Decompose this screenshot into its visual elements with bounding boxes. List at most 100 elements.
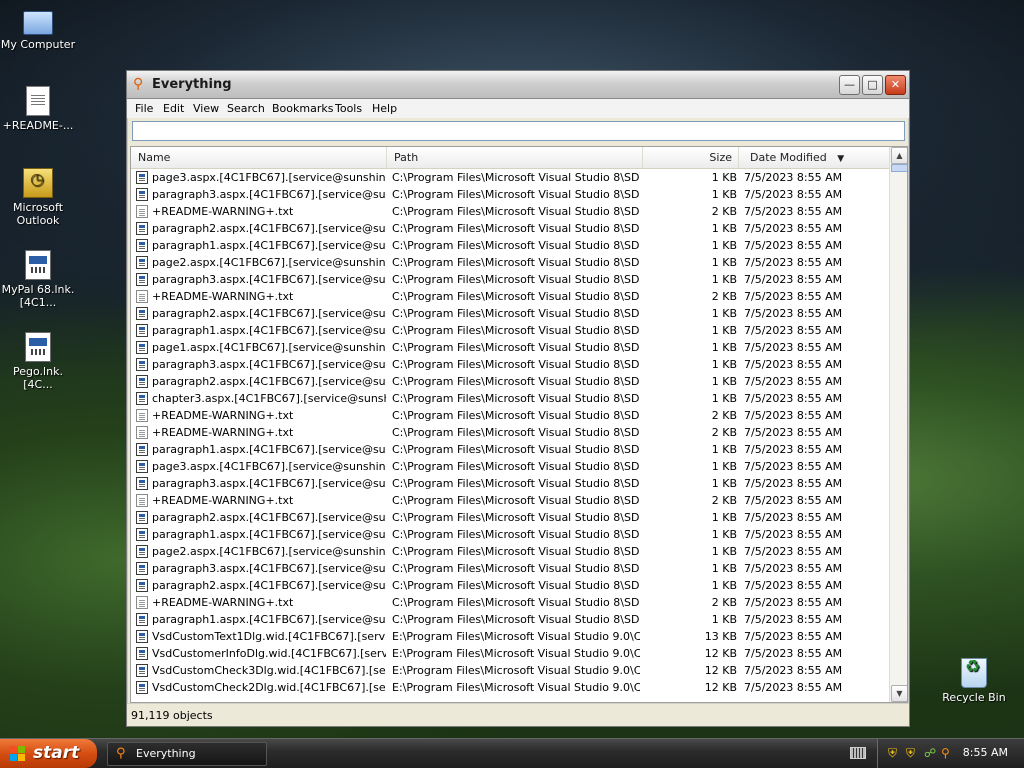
menu-search[interactable]: Search (227, 102, 265, 115)
table-row[interactable]: paragraph2.aspx.[4C1FBC67].[service@suns… (131, 509, 889, 526)
magnifier-icon: ⚲ (116, 746, 126, 761)
network-icon[interactable]: ☍ (924, 746, 936, 760)
desktop-icon-label: Pego.lnk.[4C... (13, 365, 63, 391)
table-row[interactable]: paragraph2.aspx.[4C1FBC67].[service@suns… (131, 305, 889, 322)
cell-size: 1 KB (711, 341, 737, 354)
table-row[interactable]: page1.aspx.[4C1FBC67].[service@sunshineg… (131, 339, 889, 356)
start-button[interactable]: start (0, 739, 97, 768)
cell-date-modified: 7/5/2023 8:55 AM (744, 494, 843, 507)
table-row[interactable]: +README-WARNING+.txt C:\Program Files\Mic… (131, 203, 889, 220)
desktop-icon-label: MyPal 68.lnk.[4C1... (1, 283, 75, 309)
keyboard-icon[interactable] (850, 747, 866, 759)
table-row[interactable]: paragraph1.aspx.[4C1FBC67].[service@suns… (131, 322, 889, 339)
desktop-icon-readme[interactable]: +README-... (0, 86, 76, 132)
table-row[interactable]: paragraph2.aspx.[4C1FBC67].[service@suns… (131, 220, 889, 237)
cell-size: 1 KB (711, 171, 737, 184)
menu-file[interactable]: File (135, 102, 153, 115)
minimize-button[interactable]: — (839, 75, 860, 95)
desktop-icon-pego[interactable]: Pego.lnk.[4C... (0, 332, 76, 391)
cell-size: 1 KB (711, 256, 737, 269)
table-row[interactable]: VsdCustomCheck3Dlg.wid.[4C1FBC67].[servi… (131, 662, 889, 679)
menu-help[interactable]: Help (372, 102, 397, 115)
taskbar: start ⚲ Everything ⛨ ⛨ ☍ ⚲ 8:55 AM (0, 738, 1024, 768)
table-row[interactable]: paragraph1.aspx.[4C1FBC67].[service@suns… (131, 611, 889, 628)
cell-path: C:\Program Files\Microsoft Visual Studio… (392, 528, 640, 541)
cell-path: C:\Program Files\Microsoft Visual Studio… (392, 426, 640, 439)
cell-path: C:\Program Files\Microsoft Visual Studio… (392, 205, 640, 218)
table-row[interactable]: chapter3.aspx.[4C1FBC67].[service@sunshi… (131, 390, 889, 407)
table-row[interactable]: page2.aspx.[4C1FBC67].[service@sunshineg… (131, 543, 889, 560)
cell-name: +README-WARNING+.txt (152, 494, 294, 507)
table-row[interactable]: paragraph1.aspx.[4C1FBC67].[service@suns… (131, 237, 889, 254)
table-row[interactable]: +README-WARNING+.txt C:\Program Files\Mic… (131, 407, 889, 424)
close-button[interactable]: ✕ (885, 75, 906, 95)
cell-name: paragraph2.aspx.[4C1FBC67].[service@suns… (152, 307, 386, 320)
cell-date-modified: 7/5/2023 8:55 AM (744, 171, 843, 184)
title-bar[interactable]: ⚲ Everything — □ ✕ (127, 71, 909, 99)
table-row[interactable]: paragraph2.aspx.[4C1FBC67].[service@suns… (131, 577, 889, 594)
text-file-icon (136, 596, 148, 609)
recycle-bin-icon (961, 658, 987, 688)
search-box (132, 121, 905, 141)
table-row[interactable]: paragraph1.aspx.[4C1FBC67].[service@suns… (131, 526, 889, 543)
cell-path: C:\Program Files\Microsoft Visual Studio… (392, 562, 640, 575)
search-input[interactable] (133, 122, 904, 140)
file-icon (136, 256, 148, 269)
cell-size: 1 KB (711, 562, 737, 575)
cell-path: C:\Program Files\Microsoft Visual Studio… (392, 596, 640, 609)
cell-date-modified: 7/5/2023 8:55 AM (744, 341, 843, 354)
table-row[interactable]: VsdCustomerInfoDlg.wid.[4C1FBC67].[servi… (131, 645, 889, 662)
scroll-down-button[interactable]: ▼ (891, 685, 907, 702)
table-row[interactable]: paragraph1.aspx.[4C1FBC67].[service@suns… (131, 441, 889, 458)
column-header-name[interactable]: Name (131, 147, 387, 168)
desktop-icon-mypal[interactable]: MyPal 68.lnk.[4C1... (0, 250, 76, 309)
table-row[interactable]: page3.aspx.[4C1FBC67].[service@sunshineg… (131, 169, 889, 186)
magnifier-icon: ⚲ (133, 76, 144, 92)
table-row[interactable]: paragraph3.aspx.[4C1FBC67].[service@suns… (131, 186, 889, 203)
cell-name: paragraph2.aspx.[4C1FBC67].[service@suns… (152, 375, 386, 388)
scroll-thumb[interactable] (891, 164, 907, 172)
table-row[interactable]: paragraph3.aspx.[4C1FBC67].[service@suns… (131, 356, 889, 373)
table-row[interactable]: paragraph3.aspx.[4C1FBC67].[service@suns… (131, 560, 889, 577)
table-row[interactable]: +README-WARNING+.txt C:\Program Files\Mic… (131, 594, 889, 611)
table-row[interactable]: paragraph2.aspx.[4C1FBC67].[service@suns… (131, 373, 889, 390)
file-icon (136, 647, 148, 660)
cell-size: 1 KB (711, 477, 737, 490)
cell-date-modified: 7/5/2023 8:55 AM (744, 392, 843, 405)
table-row[interactable]: paragraph3.aspx.[4C1FBC67].[service@suns… (131, 475, 889, 492)
maximize-button[interactable]: □ (862, 75, 883, 95)
menu-edit[interactable]: Edit (163, 102, 184, 115)
desktop-icon-label: Recycle Bin (942, 691, 1006, 704)
table-row[interactable]: VsdCustomCheck2Dlg.wid.[4C1FBC67].[servi… (131, 679, 889, 696)
results-list[interactable]: Name Path Size Date Modified ▼ page3.asp… (130, 146, 908, 703)
cell-path: C:\Program Files\Microsoft Visual Studio… (392, 341, 640, 354)
menu-tools[interactable]: Tools (335, 102, 362, 115)
table-row[interactable]: page3.aspx.[4C1FBC67].[service@sunshineg… (131, 458, 889, 475)
table-row[interactable]: +README-WARNING+.txt C:\Program Files\Mic… (131, 492, 889, 509)
table-row[interactable]: +README-WARNING+.txt C:\Program Files\Mic… (131, 288, 889, 305)
column-header-label: Date Modified (750, 151, 827, 164)
column-header-size[interactable]: Size (643, 147, 739, 168)
table-row[interactable]: VsdCustomText1Dlg.wid.[4C1FBC67].[servic… (131, 628, 889, 645)
vertical-scrollbar[interactable]: ▲ ▼ (889, 147, 907, 702)
table-row[interactable]: paragraph3.aspx.[4C1FBC67].[service@suns… (131, 271, 889, 288)
column-header-date-modified[interactable]: Date Modified ▼ (739, 147, 889, 168)
magnifier-icon[interactable]: ⚲ (941, 746, 950, 760)
security-shield-icon[interactable]: ⛨ (906, 746, 915, 760)
cell-size: 1 KB (711, 613, 737, 626)
menu-bookmarks[interactable]: Bookmarks (272, 102, 333, 115)
desktop-icon-my-computer[interactable]: My Computer (0, 6, 76, 51)
scroll-up-button[interactable]: ▲ (891, 147, 907, 164)
security-shield-icon[interactable]: ⛨ (888, 746, 897, 760)
file-icon (136, 341, 148, 354)
column-header-path[interactable]: Path (387, 147, 643, 168)
taskbar-item-everything[interactable]: ⚲ Everything (107, 742, 267, 766)
cell-size: 1 KB (711, 392, 737, 405)
cell-size: 1 KB (711, 239, 737, 252)
desktop-icon-outlook[interactable]: Microsoft Outlook (0, 168, 76, 227)
table-row[interactable]: +README-WARNING+.txt C:\Program Files\Mic… (131, 424, 889, 441)
cell-date-modified: 7/5/2023 8:55 AM (744, 307, 843, 320)
table-row[interactable]: page2.aspx.[4C1FBC67].[service@sunshineg… (131, 254, 889, 271)
menu-view[interactable]: View (193, 102, 219, 115)
desktop-icon-recycle-bin[interactable]: Recycle Bin (936, 658, 1012, 704)
